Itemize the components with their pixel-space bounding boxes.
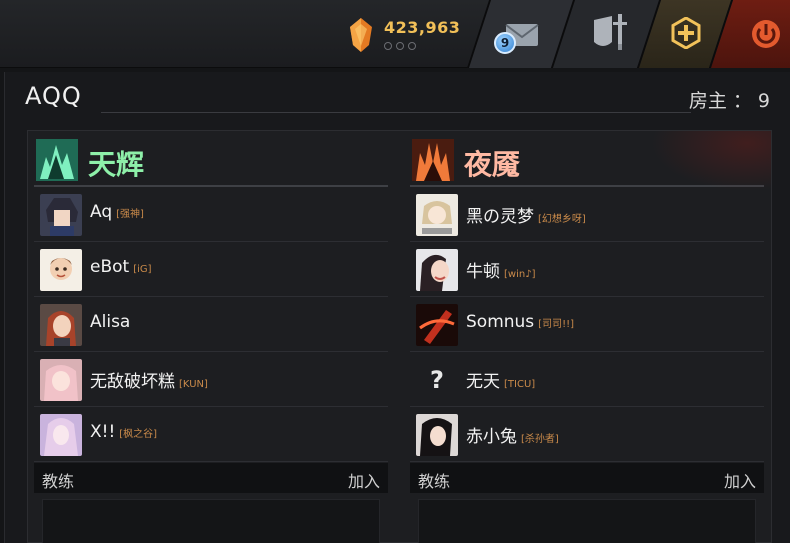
player-slot[interactable]: 牛顿 [win♪] [410,242,764,297]
coach-slot[interactable] [418,499,756,543]
player-name-line: 赤小兔 [杀孙者] [466,422,559,447]
shard-icon [350,18,372,52]
currency-page-dots [384,42,416,50]
unknown-avatar-icon: ? [430,366,444,394]
player-name-line: 牛顿 [win♪] [466,257,535,282]
player-name: 黑の灵梦 [466,207,534,227]
player-name: 牛顿 [466,262,500,282]
player-name: Aq [90,202,113,222]
player-avatar [416,249,458,291]
team-dire: 夜魇 黑の灵梦 [幻想乡呀] 牛顿 [win♪] Somnus [司司!!] ?… [410,131,764,543]
player-name-line: eBot [iG] [90,257,152,277]
page-dot[interactable] [384,42,392,50]
teams-panel: 天辉 Aq [强神] eBot [iG] Alisa 无敌破坏糕 [KUN] X… [27,130,772,543]
team-radiant: 天辉 Aq [强神] eBot [iG] Alisa 无敌破坏糕 [KUN] X… [34,131,388,543]
player-name: X!! [90,422,116,442]
player-tag: [幻想乡呀] [538,214,586,225]
power-icon [752,20,780,48]
player-slot[interactable]: Alisa [34,297,388,352]
player-name-line: 无敌破坏糕 [KUN] [90,367,208,392]
plus-icon [671,17,701,49]
host-count: 9 [757,90,770,112]
player-avatar [40,194,82,236]
player-name: 无天 [466,372,500,392]
team-header: 夜魇 [410,137,764,183]
player-name: eBot [90,257,130,277]
coach-label: 教练 [42,472,75,491]
coach-section: 教练 加入 [410,463,764,543]
mail-count-badge: 9 [494,32,516,54]
top-bar: 423,963 9 [0,0,790,68]
player-slot[interactable]: 赤小兔 [杀孙者] [410,407,764,462]
coach-bar: 教练 加入 [34,463,388,493]
player-tag: [iG] [133,264,152,275]
team-name: 天辉 [88,148,145,181]
player-slot[interactable]: 黑の灵梦 [幻想乡呀] [410,187,764,242]
player-tag: [枫之谷] [119,429,158,440]
radiant-emblem-icon [36,139,78,181]
divider [101,112,691,113]
player-name: 无敌破坏糕 [90,372,175,392]
host-label: 房主 [688,90,727,112]
player-avatar [416,414,458,456]
shield-sword-icon [594,14,627,50]
host-separator: ： [732,90,752,112]
player-avatar [40,414,82,456]
player-avatar [40,359,82,401]
player-avatar [416,194,458,236]
player-avatar [416,304,458,346]
coach-bar: 教练 加入 [410,463,764,493]
currency-value: 423,963 [384,18,461,37]
lobby-panel: AQQ 房主： 9 天辉 Aq [强神] eBot [iG] Alisa 无敌破… [4,72,790,543]
player-slot[interactable]: X!! [枫之谷] [34,407,388,462]
coach-label: 教练 [418,472,451,491]
player-name: Somnus [466,312,535,332]
join-coach-button[interactable]: 加入 [348,468,380,492]
page-dot[interactable] [408,42,416,50]
join-coach-button[interactable]: 加入 [724,468,756,492]
player-slot[interactable]: ? 无天 [TICU] [410,352,764,407]
team-header: 天辉 [34,137,388,183]
player-tag: [强神] [116,209,144,220]
player-avatar [40,249,82,291]
page-dot[interactable] [396,42,404,50]
player-tag: [KUN] [179,379,208,390]
player-tag: [TICU] [504,379,536,390]
player-name-line: 黑の灵梦 [幻想乡呀] [466,202,586,227]
player-name-line: Somnus [司司!!] [466,312,574,332]
player-name: Alisa [90,312,131,332]
player-avatar [40,304,82,346]
dire-emblem-icon [412,139,454,181]
host-info: 房主： 9 [689,86,770,113]
player-tag: [杀孙者] [521,434,559,445]
player-name-line: Alisa [90,312,134,332]
currency-display: 423,963 [344,14,474,58]
team-name: 夜魇 [464,148,521,181]
player-tag: [win♪] [504,269,536,280]
player-name: 赤小兔 [466,427,517,447]
player-list: 黑の灵梦 [幻想乡呀] 牛顿 [win♪] Somnus [司司!!] ? 无天… [410,187,764,462]
coach-slot[interactable] [42,499,380,543]
player-slot[interactable]: 无敌破坏糕 [KUN] [34,352,388,407]
player-slot[interactable]: Aq [强神] [34,187,388,242]
player-name-line: Aq [强神] [90,202,144,222]
player-list: Aq [强神] eBot [iG] Alisa 无敌破坏糕 [KUN] X!! … [34,187,388,462]
player-tag: [司司!!] [538,319,574,330]
lobby-name: AQQ [25,82,82,110]
player-name-line: X!! [枫之谷] [90,422,157,442]
power-tab[interactable] [708,0,790,68]
player-slot[interactable]: Somnus [司司!!] [410,297,764,352]
player-name-line: 无天 [TICU] [466,367,535,392]
player-slot[interactable]: eBot [iG] [34,242,388,297]
coach-section: 教练 加入 [34,463,388,543]
